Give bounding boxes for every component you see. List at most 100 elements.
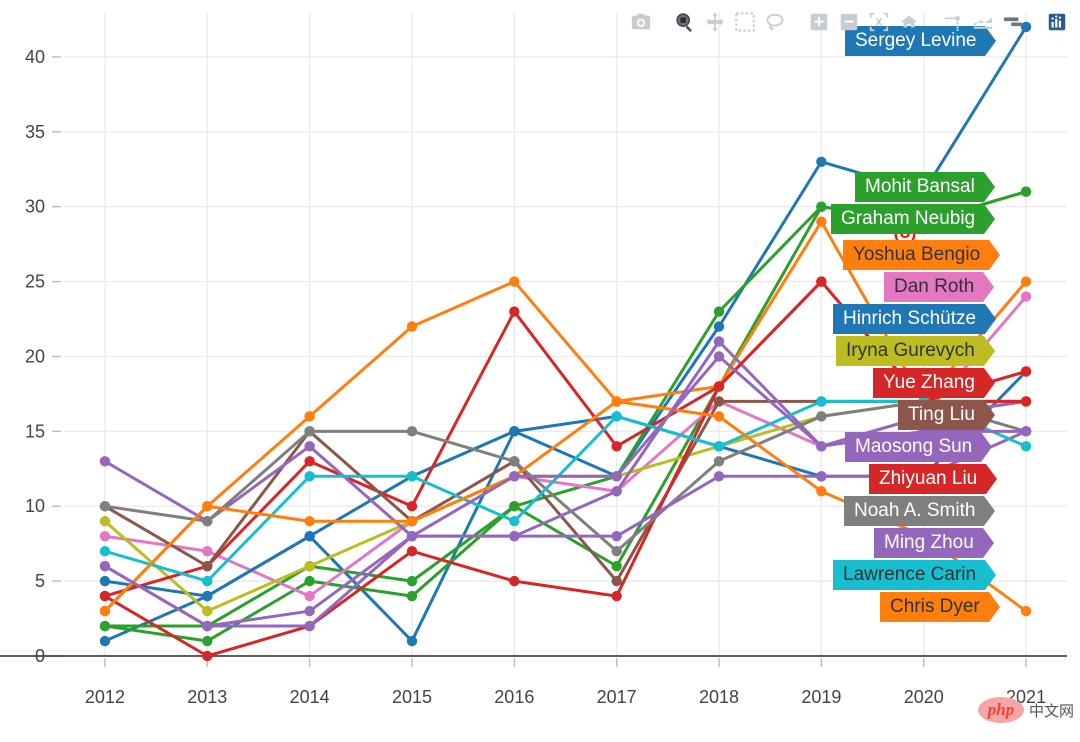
data-point[interactable] <box>99 635 111 647</box>
data-point[interactable] <box>816 276 827 287</box>
data-point[interactable] <box>99 590 111 602</box>
data-point[interactable] <box>202 501 213 512</box>
data-point[interactable] <box>509 456 520 467</box>
data-point[interactable] <box>816 441 827 452</box>
data-point[interactable] <box>202 635 213 647</box>
data-point[interactable] <box>202 650 213 662</box>
data-point[interactable] <box>1020 186 1032 197</box>
data-point[interactable] <box>713 321 725 332</box>
plotly-logo-icon[interactable] <box>1042 7 1072 37</box>
data-point[interactable] <box>611 471 622 482</box>
data-point[interactable] <box>304 426 315 437</box>
data-point[interactable] <box>99 605 111 617</box>
data-point[interactable] <box>304 441 315 452</box>
toggle-spike-lines-icon[interactable] <box>938 7 968 37</box>
data-point[interactable] <box>202 620 213 632</box>
series-end-label[interactable]: Iryna Gurevych <box>836 336 995 366</box>
data-point[interactable] <box>611 486 622 497</box>
series-end-label[interactable]: Ting Liu <box>898 400 995 430</box>
data-point[interactable] <box>611 411 622 422</box>
data-point[interactable] <box>202 605 213 617</box>
data-point[interactable] <box>611 545 622 557</box>
data-point[interactable] <box>406 516 418 527</box>
data-point[interactable] <box>202 516 213 527</box>
data-point[interactable] <box>611 560 622 572</box>
data-point[interactable] <box>1020 396 1032 407</box>
data-point[interactable] <box>406 530 418 542</box>
series-end-label[interactable]: Zhiyuan Liu <box>869 464 998 494</box>
data-point[interactable] <box>202 545 213 557</box>
data-point[interactable] <box>509 276 520 287</box>
data-point[interactable] <box>1020 366 1032 377</box>
data-point[interactable] <box>304 456 315 467</box>
data-point[interactable] <box>611 396 622 407</box>
data-point[interactable] <box>406 321 418 332</box>
data-point[interactable] <box>816 201 827 212</box>
data-point[interactable] <box>713 351 725 362</box>
data-point[interactable] <box>304 605 315 617</box>
data-point[interactable] <box>816 486 827 497</box>
data-point[interactable] <box>713 456 725 467</box>
data-point[interactable] <box>509 471 520 482</box>
data-point[interactable] <box>611 530 622 542</box>
series-end-label[interactable]: Graham Neubig <box>831 204 996 234</box>
data-point[interactable] <box>99 530 111 542</box>
data-point[interactable] <box>509 306 520 317</box>
data-point[interactable] <box>304 620 315 632</box>
data-point[interactable] <box>509 516 520 527</box>
data-point[interactable] <box>713 381 725 392</box>
hover-closest-icon[interactable] <box>998 7 1028 37</box>
series-end-label[interactable]: Yoshua Bengio <box>843 240 1001 270</box>
series-end-label[interactable]: Yue Zhang <box>873 368 995 398</box>
data-point[interactable] <box>1020 426 1032 437</box>
zoom-icon[interactable] <box>670 7 700 37</box>
data-point[interactable] <box>713 411 725 422</box>
data-point[interactable] <box>304 411 315 422</box>
data-point[interactable] <box>509 575 520 587</box>
data-point[interactable] <box>99 575 111 587</box>
zoom-in-icon[interactable] <box>804 7 834 37</box>
data-point[interactable] <box>509 501 520 512</box>
data-point[interactable] <box>1020 441 1032 452</box>
series-end-label[interactable]: Maosong Sun <box>845 432 993 462</box>
zoom-out-icon[interactable] <box>834 7 864 37</box>
data-point[interactable] <box>304 471 315 482</box>
data-point[interactable] <box>509 530 520 542</box>
data-point[interactable] <box>611 575 622 587</box>
data-point[interactable] <box>713 441 725 452</box>
data-point[interactable] <box>99 501 111 512</box>
data-point[interactable] <box>1020 291 1032 302</box>
data-point[interactable] <box>816 216 827 227</box>
data-point[interactable] <box>304 560 315 572</box>
data-point[interactable] <box>406 545 418 557</box>
autoscale-icon[interactable] <box>864 7 894 37</box>
data-point[interactable] <box>816 411 827 422</box>
series-end-label[interactable]: Lawrence Carin <box>833 560 997 590</box>
data-point[interactable] <box>816 471 827 482</box>
reset-axes-icon[interactable] <box>894 7 924 37</box>
series-end-label[interactable]: Dan Roth <box>884 272 995 302</box>
data-point[interactable] <box>99 456 111 467</box>
data-point[interactable] <box>99 516 111 527</box>
data-point[interactable] <box>99 560 111 572</box>
data-point[interactable] <box>406 635 418 647</box>
data-point[interactable] <box>304 530 315 542</box>
lasso-select-icon[interactable] <box>760 7 790 37</box>
series-end-label[interactable]: Noah A. Smith <box>844 496 996 526</box>
data-point[interactable] <box>1020 276 1032 287</box>
series-end-label[interactable]: Ming Zhou <box>874 528 994 558</box>
data-point[interactable] <box>713 396 725 407</box>
data-point[interactable] <box>713 336 725 347</box>
camera-icon[interactable] <box>626 7 656 37</box>
data-point[interactable] <box>509 426 520 437</box>
data-point[interactable] <box>202 560 213 572</box>
plotly-modebar[interactable] <box>626 6 1072 38</box>
data-point[interactable] <box>713 471 725 482</box>
pan-icon[interactable] <box>700 7 730 37</box>
data-point[interactable] <box>406 471 418 482</box>
data-point[interactable] <box>1020 605 1032 617</box>
data-point[interactable] <box>202 590 213 602</box>
data-point[interactable] <box>816 396 827 407</box>
data-point[interactable] <box>611 441 622 452</box>
data-point[interactable] <box>406 575 418 587</box>
